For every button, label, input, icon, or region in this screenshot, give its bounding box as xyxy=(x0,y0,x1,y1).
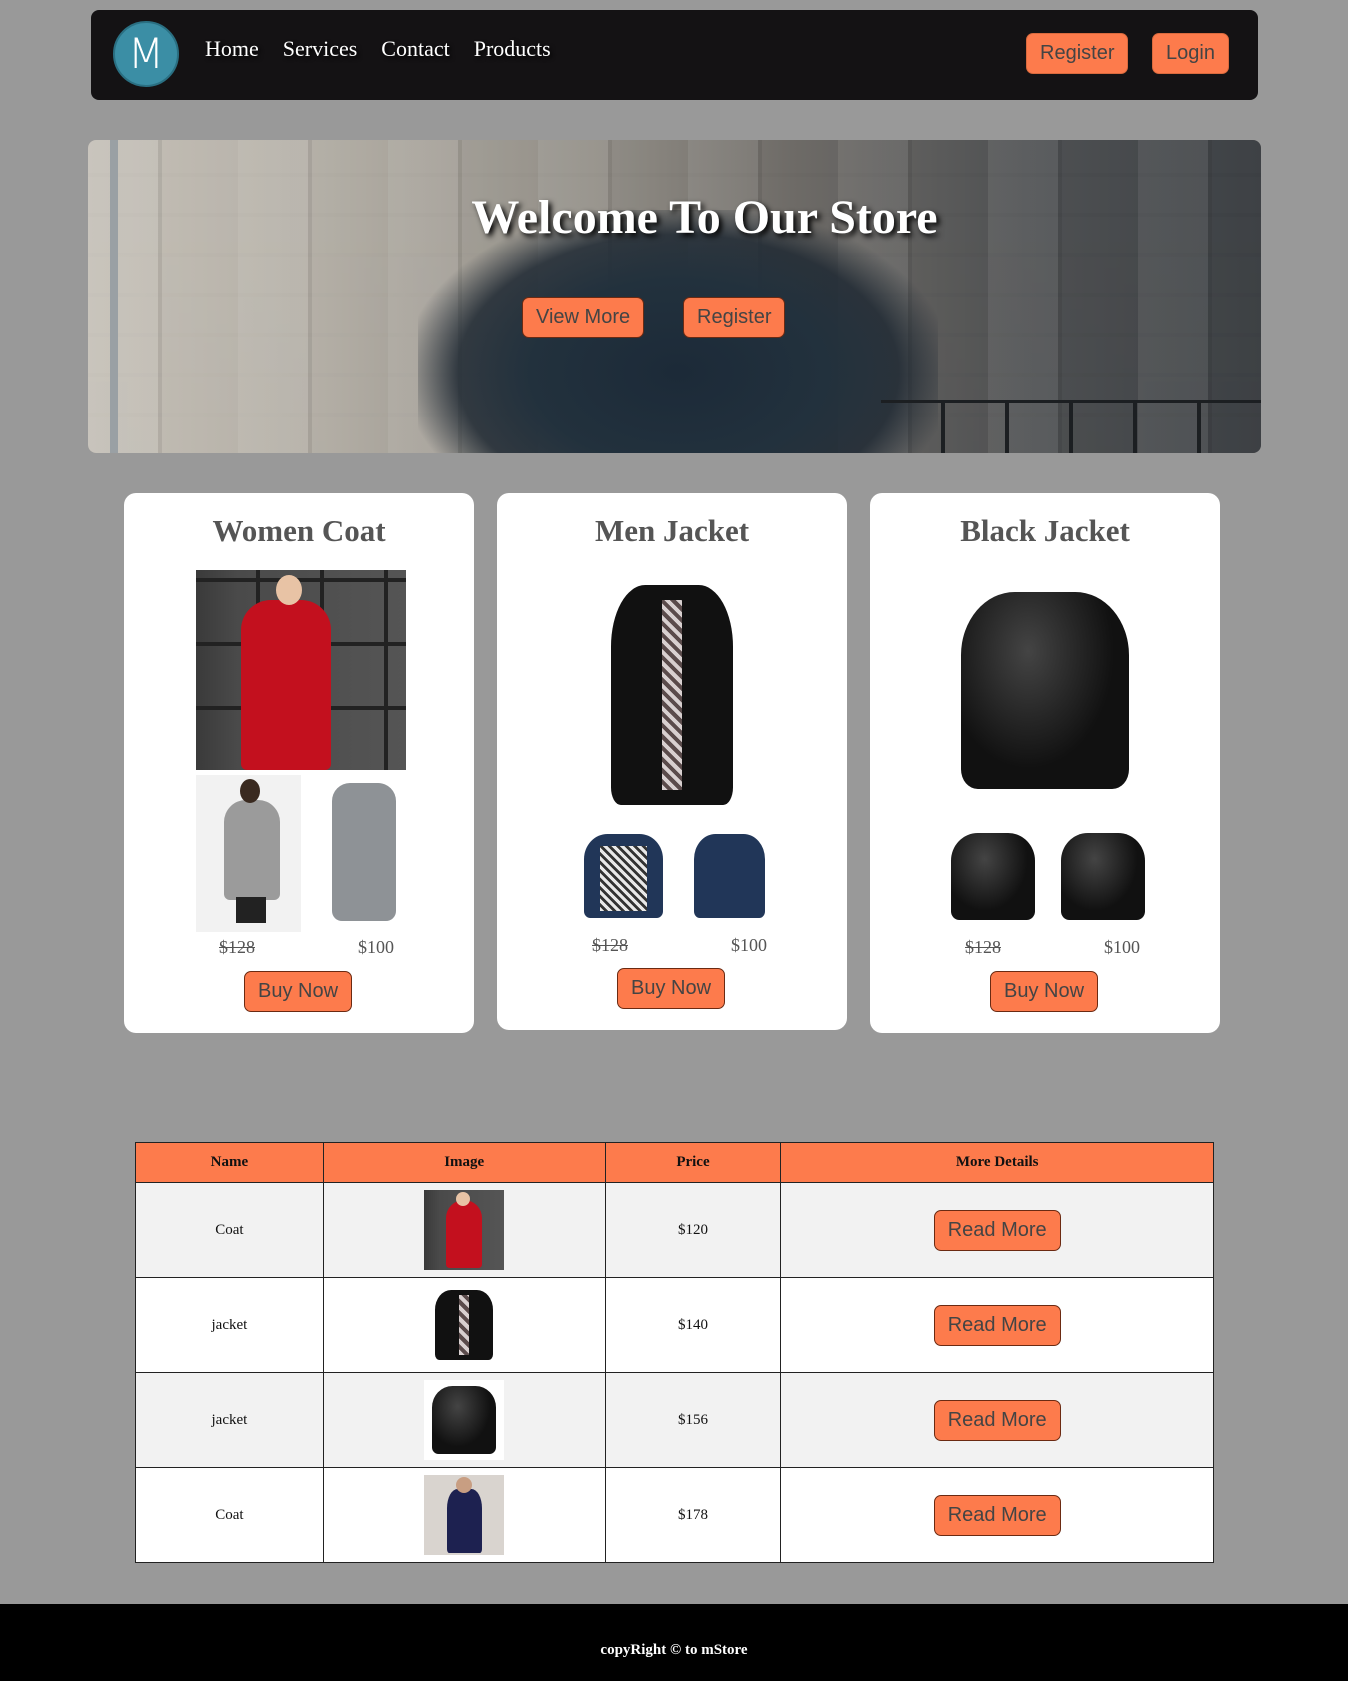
nav-register-button[interactable]: Register xyxy=(1026,33,1129,74)
card-title: Black Jacket xyxy=(960,513,1130,548)
row-name: jacket xyxy=(135,1372,324,1468)
hero-people-image xyxy=(418,210,938,453)
hero-register-button[interactable]: Register xyxy=(683,297,786,338)
logo[interactable]: M xyxy=(113,21,179,87)
nav-products-link[interactable]: Products xyxy=(474,36,551,62)
buy-now-button[interactable]: Buy Now xyxy=(617,968,726,1009)
hero-view-more-button[interactable]: View More xyxy=(522,297,645,338)
buy-now-button[interactable]: Buy Now xyxy=(244,971,353,1012)
leather-jacket-small-image-1 xyxy=(940,825,1045,928)
black-jacket-thumbnail xyxy=(424,1285,505,1365)
leather-jacket-small-image-2 xyxy=(1050,825,1155,928)
navy-jacket-image xyxy=(687,826,772,926)
hero-banner: Welcome To Our Store View More Register xyxy=(88,140,1261,453)
header-more-details: More Details xyxy=(780,1142,1214,1183)
red-coat-thumbnail xyxy=(424,1190,505,1270)
hero-railing xyxy=(881,400,1261,453)
row-price: $178 xyxy=(604,1467,782,1563)
row-price: $156 xyxy=(604,1372,782,1468)
table-row: jacket $140 Read More xyxy=(135,1277,1214,1373)
buy-now-button[interactable]: Buy Now xyxy=(990,971,1099,1012)
navy-jacket-open-image xyxy=(577,826,670,926)
old-price: $128 xyxy=(592,935,628,955)
row-name: jacket xyxy=(135,1277,324,1373)
read-more-button[interactable]: Read More xyxy=(933,1494,1061,1536)
read-more-button[interactable]: Read More xyxy=(933,1209,1061,1251)
grey-coat-image xyxy=(314,775,414,932)
nav-contact-link[interactable]: Contact xyxy=(381,36,449,62)
navbar: M Home Services Contact Products Registe… xyxy=(91,10,1258,100)
leather-jacket-image xyxy=(940,573,1150,808)
table-row: jacket $156 Read More xyxy=(135,1372,1214,1468)
product-card-men-jacket: Men Jacket $128 $100 Buy Now xyxy=(497,493,847,1030)
row-price: $140 xyxy=(604,1277,782,1373)
new-price: $100 xyxy=(358,937,394,957)
nav-services-link[interactable]: Services xyxy=(283,36,358,62)
new-price: $100 xyxy=(731,935,767,955)
old-price: $128 xyxy=(219,937,255,957)
nav-links: Home Services Contact Products xyxy=(205,36,551,62)
table-header-row: Name Image Price More Details xyxy=(135,1142,1214,1183)
new-price: $100 xyxy=(1104,937,1140,957)
read-more-button[interactable]: Read More xyxy=(933,1304,1061,1346)
row-price: $120 xyxy=(604,1182,782,1278)
read-more-button[interactable]: Read More xyxy=(933,1399,1061,1441)
card-title: Men Jacket xyxy=(594,513,750,548)
nav-home-link[interactable]: Home xyxy=(205,36,259,62)
header-image: Image xyxy=(322,1142,606,1183)
row-name: Coat xyxy=(135,1182,324,1278)
card-title: Women Coat xyxy=(212,513,386,548)
hero-title: Welcome To Our Store xyxy=(471,191,938,244)
row-name: Coat xyxy=(135,1467,324,1563)
products-table: Name Image Price More Details Coat $120 … xyxy=(135,1142,1214,1563)
grey-coat-woman-image xyxy=(196,775,301,932)
hero-pipe xyxy=(110,140,118,453)
table-row: Coat $120 Read More xyxy=(135,1182,1214,1278)
table-row: Coat $178 Read More xyxy=(135,1467,1214,1563)
footer-copyright: copyRight © to mStore xyxy=(600,1642,748,1658)
old-price: $128 xyxy=(965,937,1001,957)
navy-coat-thumbnail xyxy=(424,1475,505,1555)
product-card-women-coat: Women Coat $128 $100 Buy Now xyxy=(124,493,474,1033)
footer: copyRight © to mStore xyxy=(0,1604,1348,1681)
header-name: Name xyxy=(135,1142,324,1183)
red-coat-image xyxy=(196,570,406,770)
product-card-black-jacket: Black Jacket $128 $100 Buy Now xyxy=(870,493,1220,1033)
leather-jacket-thumbnail xyxy=(424,1380,505,1460)
header-price: Price xyxy=(604,1142,782,1183)
black-jacket-image xyxy=(587,570,757,820)
nav-login-button[interactable]: Login xyxy=(1152,33,1229,74)
